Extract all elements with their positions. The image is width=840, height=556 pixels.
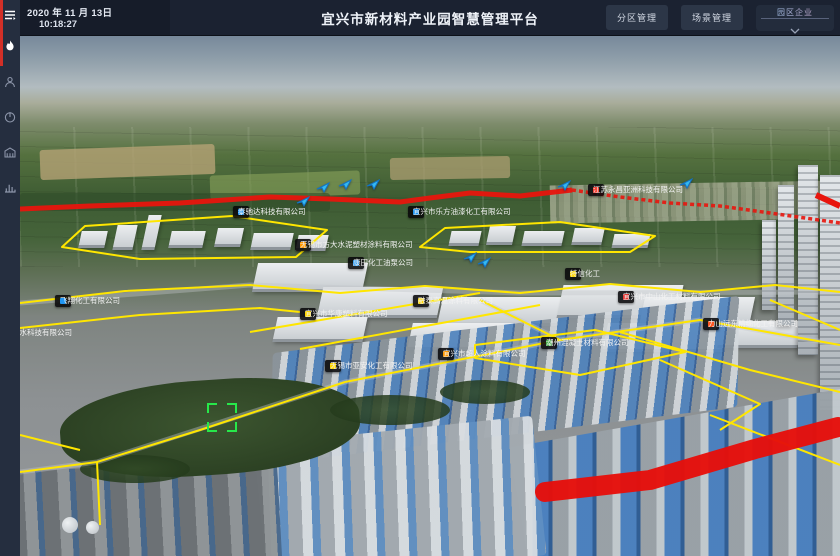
selection-corner <box>207 422 217 432</box>
drone-marker-icon[interactable] <box>557 180 571 191</box>
user-icon[interactable] <box>0 72 20 92</box>
drone-marker-icon[interactable] <box>338 179 352 190</box>
highrise-building <box>762 220 776 310</box>
company-label-text: 康田化工油泵公司 <box>353 257 413 269</box>
storage-tank <box>86 521 99 534</box>
building <box>250 233 294 250</box>
chevron-down-icon <box>790 21 800 39</box>
building <box>78 231 108 248</box>
company-label-text: 潮州混凝土材料有限公司 <box>546 337 629 349</box>
current-date: 2020 年 11 月 13日 <box>27 5 112 19</box>
company-label[interactable]: 融泰高温涂料有限公司 <box>413 295 429 307</box>
company-label[interactable]: 康田化工油泵公司 <box>348 257 364 269</box>
chart-icon[interactable] <box>0 177 20 197</box>
header-actions: 分区管理 场景管理 园区企业 <box>606 0 834 35</box>
building <box>612 234 651 248</box>
page-title: 宜兴市新材料产业园智慧管理平台 <box>321 8 539 28</box>
company-label-text: 特信化工 <box>570 268 600 280</box>
power-icon[interactable] <box>0 107 20 127</box>
field-patch <box>40 144 216 180</box>
building <box>214 228 244 247</box>
selection-box[interactable] <box>207 403 237 432</box>
building <box>448 231 481 246</box>
flame-icon[interactable] <box>0 36 20 56</box>
company-label-text: 沅兴防水科技有限公司 <box>20 327 72 339</box>
company-label[interactable]: 力山远东精细化工有限公司 <box>703 318 719 330</box>
company-label[interactable]: 飞翔化工有限公司 <box>55 295 71 307</box>
company-label-text: 无锡市方大水泥塑材涂料有限公司 <box>300 239 413 251</box>
factory-icon[interactable] <box>0 142 20 162</box>
company-label[interactable]: 无锡市方大水泥塑材涂料有限公司 <box>295 239 311 251</box>
company-label[interactable]: 宜兴市华康塑料有限公司 <box>300 308 316 320</box>
building <box>168 231 206 248</box>
company-label[interactable]: 宜兴市乐方油漆化工有限公司 <box>408 206 424 218</box>
sidebar <box>0 0 20 556</box>
company-label[interactable]: 泰驰达科技有限公司 <box>233 206 249 218</box>
company-label[interactable]: 潮州混凝土材料有限公司 <box>541 337 557 349</box>
building <box>521 231 564 246</box>
drone-marker-icon[interactable] <box>463 252 477 263</box>
current-time: 10:18:27 <box>39 19 77 30</box>
drone-marker-icon[interactable] <box>316 182 330 193</box>
company-label-text: 宜兴市超人涂料有限公司 <box>443 348 526 360</box>
menu-icon[interactable] <box>0 5 20 25</box>
company-label[interactable]: 宜兴市中山化工材料有限公司 <box>618 291 634 303</box>
park-enterprise-dropdown[interactable]: 园区企业 <box>756 5 834 31</box>
scene-management-button[interactable]: 场景管理 <box>681 5 743 30</box>
dropdown-label: 园区企业 <box>756 7 834 18</box>
highrise-building <box>820 175 840 410</box>
company-label[interactable]: 无锡市亚安化工有限公司 <box>325 360 341 372</box>
company-label[interactable]: 宜兴市超人涂料有限公司 <box>438 348 454 360</box>
selection-corner <box>227 422 237 432</box>
company-label-text: 宜兴市华康塑料有限公司 <box>305 308 388 320</box>
map-3d-view[interactable]: 泰驰达科技有限公司 宜兴市乐方油漆化工有限公司无锡市方大水泥塑材涂料有限公司 江苏永… <box>20 35 840 556</box>
company-label-text: 泰驰达科技有限公司 <box>238 206 306 218</box>
field-patch <box>390 156 510 180</box>
header-bar: 2020 年 11 月 13日 10:18:27 宜兴市新材料产业园智慧管理平台… <box>20 0 840 36</box>
highrise-building <box>778 185 794 325</box>
dropdown-divider <box>761 18 829 19</box>
storage-tank <box>62 517 78 533</box>
tree-row <box>440 380 530 404</box>
company-label-text: 融泰高温涂料有限公司 <box>418 295 493 307</box>
drone-marker-icon[interactable] <box>366 179 380 190</box>
company-label-text: 飞翔化工有限公司 <box>60 295 120 307</box>
company-label[interactable]: 特信化工 <box>565 268 581 280</box>
building <box>272 317 367 342</box>
drone-marker-icon[interactable] <box>477 257 491 268</box>
company-label[interactable]: 江苏永昌亚洲科技有限公司 <box>588 184 604 196</box>
company-label-text: 无锡市亚安化工有限公司 <box>330 360 413 372</box>
company-label-text: 宜兴市乐方油漆化工有限公司 <box>413 206 511 218</box>
selection-corner <box>207 403 217 413</box>
company-label-text: 力山远东精细化工有限公司 <box>708 318 798 330</box>
zone-management-button[interactable]: 分区管理 <box>606 5 668 30</box>
building <box>486 226 516 245</box>
building <box>571 228 605 245</box>
highrise-building <box>798 165 818 355</box>
company-label-text: 江苏永昌亚洲科技有限公司 <box>593 184 683 196</box>
selection-corner <box>227 403 237 413</box>
company-label-text: 宜兴市中山化工材料有限公司 <box>623 291 721 303</box>
datetime-block: 2020 年 11 月 13日 10:18:27 <box>20 0 170 35</box>
tree-row <box>330 395 450 425</box>
tree-row <box>80 455 190 483</box>
